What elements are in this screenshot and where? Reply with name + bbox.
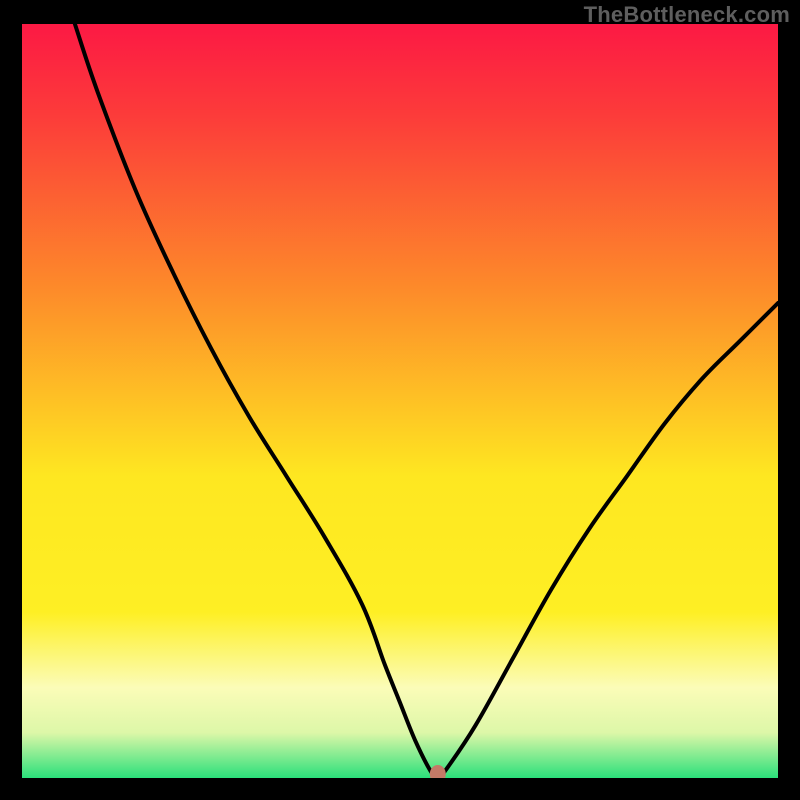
watermark-text: TheBottleneck.com <box>584 2 790 28</box>
gradient-background <box>22 24 778 778</box>
chart-svg <box>22 24 778 778</box>
plot-area <box>22 24 778 778</box>
chart-frame: TheBottleneck.com <box>0 0 800 800</box>
